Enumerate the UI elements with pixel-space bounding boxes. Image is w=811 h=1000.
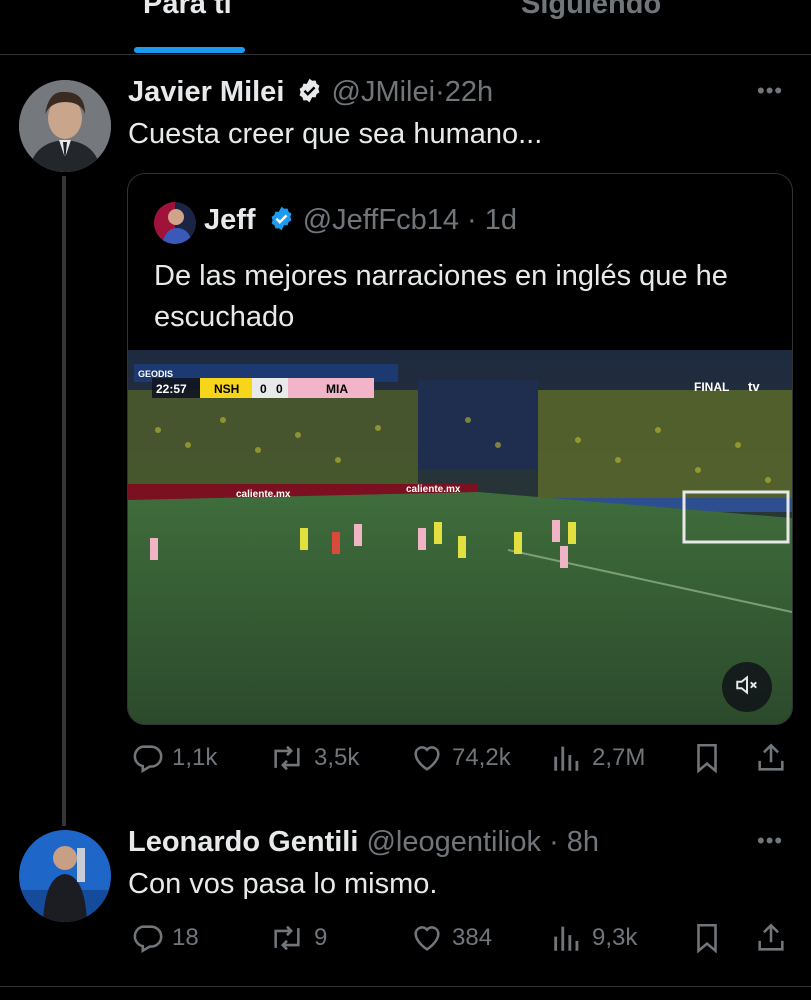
bookmark-button[interactable] [690,921,724,955]
views-button[interactable]: 9,3k [550,921,637,955]
quoted-text: De las mejores narraciones en inglés que… [154,256,728,338]
video-frame: 22:57 NSH 0 0 MIA GEODIS FINAL tv calien… [128,350,792,724]
reply-button[interactable]: 18 [130,921,199,955]
like-button[interactable]: 74,2k [410,741,511,775]
share-button[interactable] [754,921,788,955]
video-away-score: 0 [276,382,283,396]
video-network-label: FINAL [694,380,729,394]
repost-count: 9 [314,924,328,951]
video-home-score: 0 [260,382,267,396]
video-home-team: NSH [214,382,239,396]
more-icon[interactable]: ••• [757,78,783,104]
bookmark-icon [690,741,724,775]
video-away-team: MIA [326,382,348,396]
verified-badge-icon [268,205,295,240]
reply-count: 1,1k [172,744,218,771]
quoted-text-line: escuchado [154,301,295,333]
reply-author-handle[interactable]: @leogentiliok [366,826,541,858]
views-icon [550,741,584,775]
quoted-text-line: De las mejores narraciones en inglés que… [154,260,728,292]
reply-time[interactable]: 8h [567,826,599,858]
separator-dot: · [541,826,567,858]
reply-text: Con vos pasa lo mismo. [128,868,438,900]
reply-author-name[interactable]: Leonardo Gentili [128,826,358,858]
verified-badge-icon [296,77,323,112]
avatar-leonardo-gentili[interactable] [19,830,111,922]
like-count: 384 [452,924,493,951]
quoted-author-name[interactable]: Jeff [204,204,256,236]
views-count: 2,7M [592,744,646,771]
reply-header: Leonardo Gentili @leogentiliok · 8h [128,826,599,859]
divider [0,986,811,987]
author-name[interactable]: Javier Milei [128,76,284,108]
share-icon [754,921,788,955]
bookmark-icon [690,921,724,955]
repost-icon [268,741,306,775]
reply-icon [130,921,164,955]
quoted-author-handle[interactable]: @JeffFcb14 [303,204,459,236]
quoted-post[interactable]: Jeff @JeffFcb14 · 1d De las mejores narr… [127,173,793,725]
tab-following[interactable]: Siguiendo [521,0,661,21]
repost-icon [268,921,306,955]
reply-icon [130,741,164,775]
video-clock: 22:57 [156,382,187,396]
post-header: Javier Milei @JMilei·22h [128,76,493,112]
repost-count: 3,5k [314,744,360,771]
bookmark-button[interactable] [690,741,724,775]
video-player[interactable]: 22:57 NSH 0 0 MIA GEODIS FINAL tv calien… [128,350,792,724]
views-icon [550,921,584,955]
tab-for-you[interactable]: Para ti [143,0,232,21]
video-board-ad: GEODIS [138,369,173,379]
timeline-tabs: Para ti Siguiendo [0,0,811,55]
separator-dot: · [458,204,485,236]
avatar-javier-milei[interactable] [19,80,111,172]
author-handle[interactable]: @JMilei [332,76,436,108]
views-button[interactable]: 2,7M [550,741,645,775]
thread-line [62,176,66,826]
reply-count: 18 [172,924,199,951]
quoted-header: Jeff @JeffFcb14 · 1d [204,204,517,240]
more-icon[interactable]: ••• [757,828,783,854]
like-count: 74,2k [452,744,511,771]
video-board-ad: caliente.mx [236,489,291,500]
quoted-time[interactable]: 1d [485,204,517,236]
active-tab-indicator [134,47,245,53]
video-network-label-2: tv [748,379,760,394]
post-time[interactable]: 22h [445,76,493,108]
heart-icon [410,921,444,955]
repost-button[interactable]: 9 [268,921,327,955]
mute-button[interactable] [722,662,772,712]
post-text: Cuesta creer que sea humano... [128,118,543,150]
separator-dot: · [435,76,445,108]
mute-icon [734,672,760,703]
share-icon [754,741,788,775]
views-count: 9,3k [592,924,638,951]
repost-button[interactable]: 3,5k [268,741,359,775]
reply-button[interactable]: 1,1k [130,741,217,775]
like-button[interactable]: 384 [410,921,492,955]
share-button[interactable] [754,741,788,775]
video-board-ad: caliente.mx [406,484,461,495]
heart-icon [410,741,444,775]
avatar-jeff[interactable] [154,202,196,244]
